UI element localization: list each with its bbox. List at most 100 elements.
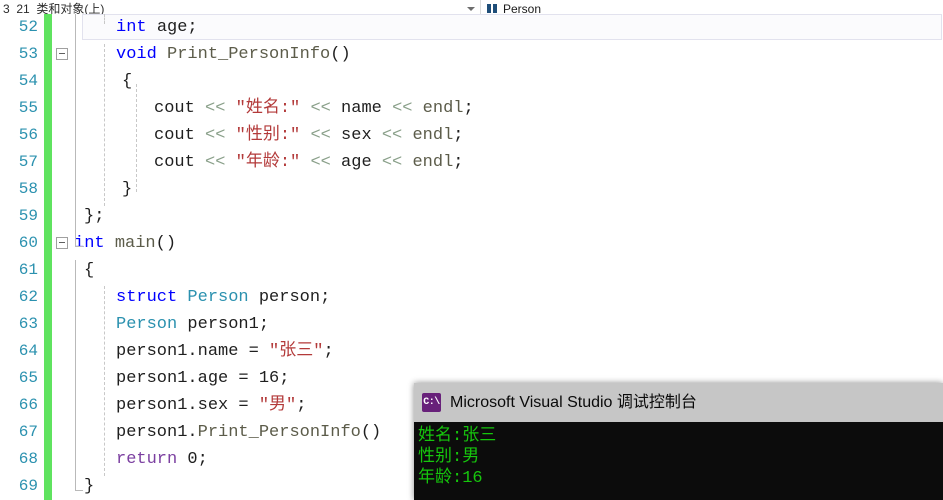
code-token-kw: struct bbox=[116, 288, 178, 307]
code-token-punct bbox=[225, 99, 235, 118]
code-token-punct: ; bbox=[187, 18, 198, 37]
code-token-punct: ; bbox=[463, 99, 474, 118]
code-token-punct bbox=[402, 126, 412, 145]
fold-gutter[interactable] bbox=[52, 149, 74, 176]
code-token-fn: endl bbox=[412, 126, 454, 145]
code-token-punct: () bbox=[155, 234, 177, 253]
chevron-down-icon[interactable] bbox=[467, 7, 475, 11]
fold-gutter[interactable] bbox=[52, 365, 74, 392]
code-line[interactable]: 59}; bbox=[0, 203, 943, 230]
code-token-punct: ; bbox=[258, 315, 270, 334]
line-number: 57 bbox=[18, 153, 38, 171]
fold-gutter[interactable] bbox=[52, 392, 74, 419]
change-indicator-bar bbox=[44, 365, 52, 392]
fold-gutter[interactable] bbox=[52, 284, 74, 311]
code-token-id: age bbox=[330, 153, 382, 172]
fold-gutter[interactable] bbox=[52, 419, 74, 446]
code-token-punct: = bbox=[238, 342, 270, 361]
change-indicator-bar bbox=[44, 419, 52, 446]
line-number: 67 bbox=[18, 423, 38, 441]
code-line[interactable]: 56 cout << "性别:" << sex << endl; bbox=[0, 122, 943, 149]
change-indicator-bar bbox=[44, 473, 52, 500]
line-number: 59 bbox=[18, 207, 38, 225]
fold-gutter[interactable] bbox=[52, 338, 74, 365]
fold-gutter[interactable] bbox=[52, 68, 74, 95]
fold-gutter[interactable] bbox=[52, 14, 74, 41]
change-indicator-bar bbox=[44, 203, 52, 230]
code-tokens: struct Person person; bbox=[74, 288, 330, 307]
line-number: 58 bbox=[18, 180, 38, 198]
code-line-text: int age; bbox=[74, 14, 943, 41]
code-token-punct: ; bbox=[279, 369, 290, 388]
code-token-punct: } bbox=[122, 180, 133, 199]
code-line[interactable]: 62 struct Person person; bbox=[0, 284, 943, 311]
code-line[interactable]: 57 cout << "年龄:" << age << endl; bbox=[0, 149, 943, 176]
code-token-punct: . bbox=[187, 342, 198, 361]
code-tokens: cout << "姓名:" << name << endl; bbox=[74, 99, 474, 118]
console-title-bar[interactable]: C:\ Microsoft Visual Studio 调试控制台 bbox=[414, 383, 943, 422]
change-indicator-bar bbox=[44, 392, 52, 419]
debug-console-window[interactable]: C:\ Microsoft Visual Studio 调试控制台 姓名:张三性… bbox=[414, 383, 943, 500]
fold-gutter[interactable] bbox=[52, 257, 74, 284]
line-number: 64 bbox=[18, 342, 38, 360]
change-indicator-bar bbox=[44, 257, 52, 284]
code-line[interactable]: 64 person1.name = "张三"; bbox=[0, 338, 943, 365]
collapse-minus-icon[interactable] bbox=[56, 237, 68, 249]
collapse-minus-icon[interactable] bbox=[56, 48, 68, 60]
member-dropdown[interactable]: Person bbox=[481, 0, 943, 14]
code-token-punct: ; bbox=[296, 396, 307, 415]
code-token-fn: Print_PersonInfo bbox=[197, 423, 361, 442]
code-token-punct: }; bbox=[84, 207, 105, 226]
fold-gutter[interactable] bbox=[52, 176, 74, 203]
code-token-id: name bbox=[197, 342, 239, 361]
change-indicator-bar bbox=[44, 284, 52, 311]
code-token-id: person1 bbox=[116, 396, 188, 415]
code-line[interactable]: 52 int age; bbox=[0, 14, 943, 41]
code-line[interactable]: 63 Person person1; bbox=[0, 311, 943, 338]
change-indicator-bar bbox=[44, 149, 52, 176]
code-token-id: age bbox=[156, 18, 188, 37]
console-output-line: 姓名:张三 bbox=[418, 427, 497, 446]
code-token-str: "男" bbox=[258, 396, 297, 415]
console-output: 姓名:张三 性别:男 年龄:16 bbox=[414, 422, 943, 500]
visual-studio-window: 3_21_类和对象(上) Person 52 int age; 53 void Pri… bbox=[0, 0, 943, 500]
code-tokens: } bbox=[74, 477, 94, 496]
line-number: 68 bbox=[18, 450, 38, 468]
code-tokens: person1.Print_PersonInfo() bbox=[74, 423, 381, 442]
code-token-id: sex bbox=[330, 126, 382, 145]
current-line-highlight bbox=[82, 14, 942, 40]
change-indicator-bar bbox=[44, 41, 52, 68]
code-token-punct bbox=[412, 99, 422, 118]
fold-gutter[interactable] bbox=[52, 203, 74, 230]
console-app-icon: C:\ bbox=[422, 393, 441, 412]
code-line[interactable]: 53 void Print_PersonInfo() bbox=[0, 41, 943, 68]
code-line[interactable]: 61 { bbox=[0, 257, 943, 284]
code-line[interactable]: 55 cout << "姓名:" << name << endl; bbox=[0, 95, 943, 122]
fold-gutter[interactable] bbox=[52, 95, 74, 122]
code-line[interactable]: 58} bbox=[0, 176, 943, 203]
code-line[interactable]: 54 { bbox=[0, 68, 943, 95]
code-token-punct bbox=[105, 234, 115, 253]
fold-gutter[interactable] bbox=[52, 122, 74, 149]
code-tokens: void Print_PersonInfo() bbox=[74, 45, 351, 64]
code-token-kw: int bbox=[116, 18, 147, 37]
fold-gutter[interactable] bbox=[52, 446, 74, 473]
code-token-id: cout bbox=[154, 153, 206, 172]
code-token-fn: endl bbox=[422, 99, 464, 118]
code-tokens: } bbox=[74, 180, 132, 199]
change-indicator-bar bbox=[44, 446, 52, 473]
fold-gutter[interactable] bbox=[52, 41, 74, 68]
code-tokens: int age; bbox=[74, 18, 198, 37]
console-title-text: Microsoft Visual Studio 调试控制台 bbox=[450, 393, 697, 411]
change-indicator-bar bbox=[44, 230, 52, 257]
code-line[interactable]: 60 int main() bbox=[0, 230, 943, 257]
code-tokens: cout << "年龄:" << age << endl; bbox=[74, 153, 463, 172]
fold-gutter[interactable] bbox=[52, 311, 74, 338]
code-token-punct: ; bbox=[453, 126, 464, 145]
line-number: 63 bbox=[18, 315, 38, 333]
fold-gutter[interactable] bbox=[52, 230, 74, 257]
fold-gutter[interactable] bbox=[52, 473, 74, 500]
console-output-line: 年龄:16 bbox=[418, 469, 483, 488]
line-number: 54 bbox=[18, 72, 38, 90]
scope-dropdown[interactable]: 3_21_类和对象(上) bbox=[0, 0, 481, 14]
